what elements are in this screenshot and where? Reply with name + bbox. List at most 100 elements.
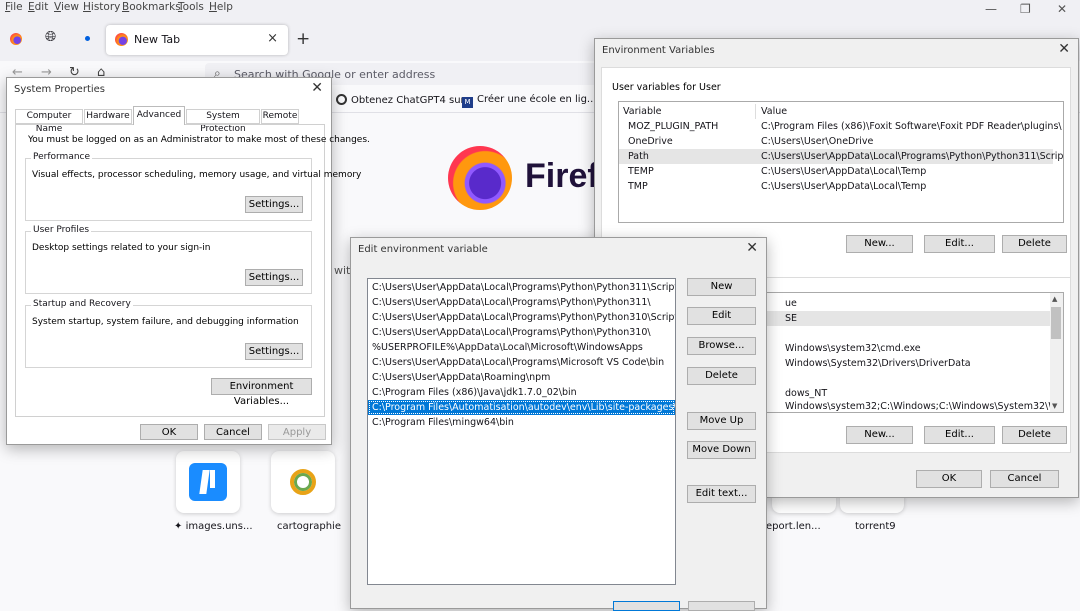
ok-button[interactable] xyxy=(613,601,680,611)
shortcut-label: torrent9 xyxy=(855,521,896,532)
delete-button[interactable]: Delete xyxy=(687,367,756,385)
user-profiles-settings-button[interactable]: Settings... xyxy=(245,269,303,286)
table-row[interactable]: TMP C:\Users\User\AppData\Local\Temp xyxy=(619,179,1063,194)
list-item[interactable]: C:\Users\User\AppData\Local\Programs\Mic… xyxy=(368,355,675,370)
performance-group: Performance Visual effects, processor sc… xyxy=(25,152,361,221)
path-entries-list[interactable]: C:\Users\User\AppData\Local\Programs\Pyt… xyxy=(367,278,676,585)
var-name: Path xyxy=(628,151,649,162)
list-item[interactable]: C:\Program Files\mingw64\bin xyxy=(368,415,675,430)
new-tab-button[interactable]: + xyxy=(296,29,310,49)
tab-system-protection[interactable]: System Protection xyxy=(186,109,260,134)
pinned-tab[interactable] xyxy=(77,28,99,50)
bookmark-item[interactable]: M Créer une école en lig... xyxy=(462,94,596,108)
menu-bookmarks[interactable]: Bookmarks xyxy=(122,1,181,13)
user-new-button[interactable]: New... xyxy=(846,235,913,253)
system-properties-dialog: System Properties ✕ Computer Name Hardwa… xyxy=(6,77,370,445)
cancel-button[interactable]: Cancel xyxy=(204,424,262,440)
var-value: Windows\system32;C:\Windows;C:\Windows\S… xyxy=(785,401,1050,412)
globe-tab[interactable]: 🌐︎ xyxy=(41,28,63,50)
entry-text: C:\Users\User\AppData\Local\Programs\Pyt… xyxy=(372,312,676,323)
startup-recovery-group: Startup and Recovery System startup, sys… xyxy=(25,299,312,368)
table-row[interactable]: TEMP C:\Users\User\AppData\Local\Temp xyxy=(619,164,1063,179)
entry-text: C:\Users\User\AppData\Local\Programs\Pyt… xyxy=(372,327,651,338)
tab-remote[interactable]: Remote xyxy=(261,109,299,124)
admin-note: You must be logged on as an Administrato… xyxy=(28,135,370,145)
apply-button[interactable]: Apply xyxy=(268,424,326,440)
menu-tools[interactable]: Tools xyxy=(178,1,204,13)
entry-text: C:\Users\User\AppData\Local\Programs\Mic… xyxy=(372,357,665,368)
user-edit-button[interactable]: Edit... xyxy=(924,235,995,253)
table-row[interactable]: MOZ_PLUGIN_PATH C:\Program Files (x86)\Fo… xyxy=(619,119,1063,134)
ok-button[interactable]: OK xyxy=(140,424,198,440)
firefox-icon xyxy=(10,33,22,45)
cancel-button[interactable] xyxy=(688,601,755,611)
menu-history[interactable]: History xyxy=(83,1,120,13)
list-item[interactable]: C:\Users\User\AppData\Local\Programs\Pyt… xyxy=(368,310,675,325)
scroll-down-icon[interactable]: ▼ xyxy=(1052,402,1057,410)
var-name: MOZ_PLUGIN_PATH xyxy=(628,121,719,132)
var-value: Windows\system32\cmd.exe xyxy=(785,343,921,354)
menu-view[interactable]: View xyxy=(54,1,79,13)
close-icon[interactable]: ✕ xyxy=(1058,41,1070,57)
menu-file[interactable]: File xyxy=(5,1,23,13)
close-icon[interactable]: ✕ xyxy=(746,240,758,256)
list-item[interactable]: %USERPROFILE%\AppData\Local\Microsoft\Wi… xyxy=(368,340,675,355)
restore-button[interactable]: ❐ xyxy=(1020,2,1031,16)
close-icon[interactable]: ✕ xyxy=(311,80,323,96)
table-row[interactable]: OneDrive C:\Users\User\OneDrive xyxy=(619,134,1063,149)
window-close-button[interactable]: ✕ xyxy=(1057,2,1067,16)
map-icon xyxy=(290,469,316,495)
tab-panel: You must be logged on as an Administrato… xyxy=(15,124,370,417)
user-variables-table[interactable]: Variable Value MOZ_PLUGIN_PATH C:\Program… xyxy=(618,101,1064,223)
new-button[interactable]: New xyxy=(687,278,756,296)
startup-settings-button[interactable]: Settings... xyxy=(245,343,303,360)
list-item[interactable]: C:\Users\User\AppData\Local\Programs\Pyt… xyxy=(368,280,675,295)
ok-button[interactable]: OK xyxy=(916,470,982,488)
list-item[interactable]: C:\Users\User\AppData\Local\Programs\Pyt… xyxy=(368,295,675,310)
tab-close-button[interactable]: × xyxy=(267,31,278,46)
var-value: Windows\System32\Drivers\DriverData xyxy=(785,358,971,369)
move-up-button[interactable]: Move Up xyxy=(687,412,756,430)
menu-edit[interactable]: Edit xyxy=(28,1,48,13)
column-header-variable[interactable]: Variable xyxy=(623,104,661,119)
table-row-selected[interactable]: Path C:\Users\User\AppData\Local\Programs… xyxy=(619,149,1063,164)
var-name: TEMP xyxy=(628,166,654,177)
bookmark-item[interactable]: Obtenez ChatGPT4 sur... xyxy=(336,94,473,106)
tab-computer-name[interactable]: Computer Name xyxy=(15,109,83,134)
menu-help[interactable]: Help xyxy=(209,1,233,13)
var-value: C:\Users\User\AppData\Local\Programs\Pyt… xyxy=(761,151,1064,162)
browse-button[interactable]: Browse... xyxy=(687,337,756,355)
minimize-button[interactable]: — xyxy=(985,2,997,16)
bookmark-label: Obtenez ChatGPT4 sur... xyxy=(351,95,474,106)
shortcut-tile[interactable] xyxy=(271,451,335,513)
edit-button[interactable]: Edit xyxy=(687,307,756,325)
tab-hardware[interactable]: Hardware xyxy=(84,109,132,124)
scrollbar[interactable]: ▲ ▼ xyxy=(1050,293,1063,412)
move-down-button[interactable]: Move Down xyxy=(687,441,756,459)
list-item[interactable]: C:\Program Files (x86)\Java\jdk1.7.0_02\… xyxy=(368,385,675,400)
firefox-view-button[interactable] xyxy=(5,28,27,50)
shortcut-tile[interactable] xyxy=(176,451,240,513)
dialog-title: System Properties xyxy=(14,84,106,95)
performance-settings-button[interactable]: Settings... xyxy=(245,196,303,213)
globe-icon: 🌐︎ xyxy=(45,29,57,45)
scroll-up-icon[interactable]: ▲ xyxy=(1052,295,1057,303)
environment-variables-button[interactable]: Environment Variables... xyxy=(211,378,312,407)
column-header-value[interactable]: Value xyxy=(761,104,787,119)
shortcut-label: ✦ images.uns... xyxy=(174,521,253,532)
cancel-button[interactable]: Cancel xyxy=(990,470,1059,488)
tab-new-tab[interactable]: New Tab × xyxy=(106,25,288,55)
system-delete-button[interactable]: Delete xyxy=(1002,426,1067,444)
edit-text-button[interactable]: Edit text... xyxy=(687,485,756,503)
user-delete-button[interactable]: Delete xyxy=(1002,235,1067,253)
list-item[interactable]: C:\Users\User\AppData\Local\Programs\Pyt… xyxy=(368,325,675,340)
list-item-selected[interactable]: C:\Program Files\Automatisation\autodev\… xyxy=(368,400,675,415)
system-edit-button[interactable]: Edit... xyxy=(924,426,995,444)
list-item[interactable]: C:\Users\User\AppData\Roaming\npm xyxy=(368,370,675,385)
tab-advanced[interactable]: Advanced xyxy=(133,106,185,125)
scrollbar-thumb[interactable] xyxy=(1051,307,1061,339)
var-value: SE xyxy=(785,313,798,324)
tab-label: New Tab xyxy=(134,33,181,46)
edit-environment-variable-dialog: Edit environment variable ✕ C:\Users\Use… xyxy=(350,237,767,611)
system-new-button[interactable]: New... xyxy=(846,426,913,444)
